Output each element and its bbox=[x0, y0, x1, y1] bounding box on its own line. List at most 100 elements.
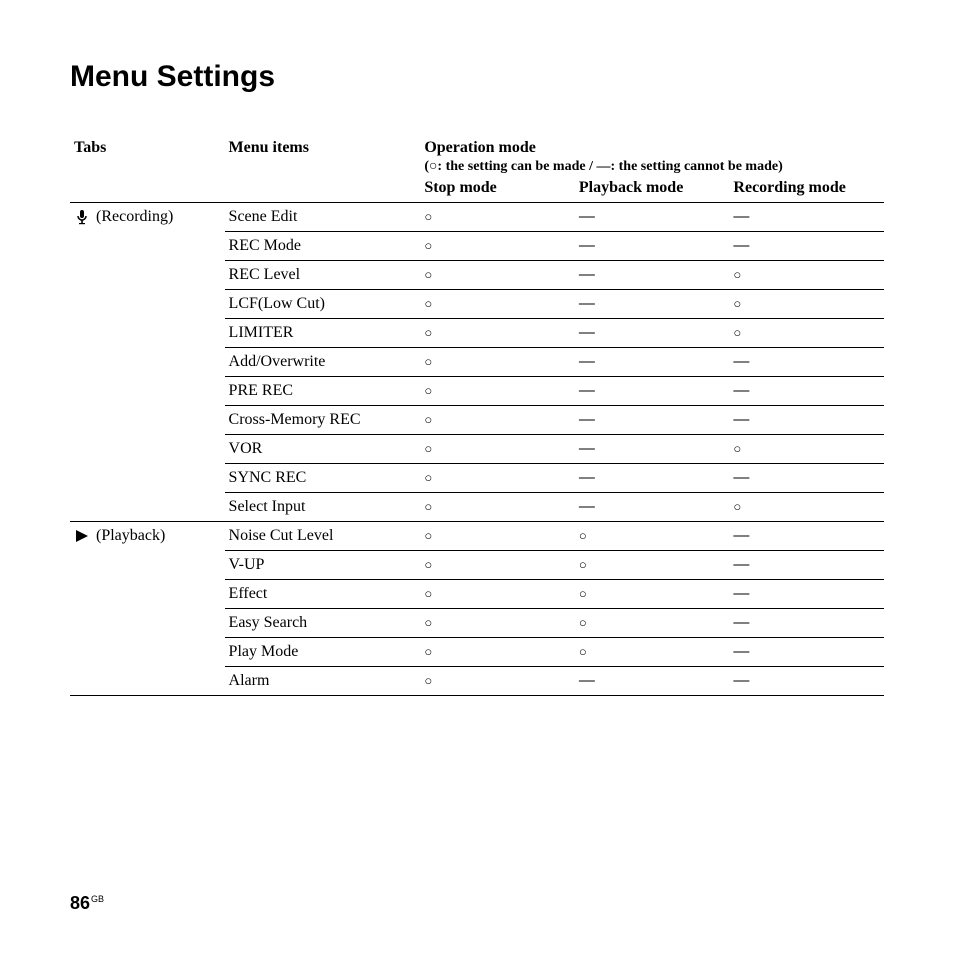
playback-cell bbox=[575, 406, 730, 435]
recording-cell bbox=[729, 290, 884, 319]
stop-cell bbox=[420, 290, 575, 319]
tab-cell: (Playback) bbox=[70, 522, 225, 551]
col-playback: Playback mode bbox=[575, 177, 730, 203]
table-row: PRE REC bbox=[70, 377, 884, 406]
recording-cell bbox=[729, 667, 884, 696]
col-recording: Recording mode bbox=[729, 177, 884, 203]
recording-cell bbox=[729, 551, 884, 580]
tab-cell bbox=[70, 435, 225, 464]
recording-cell bbox=[729, 522, 884, 551]
menu-item: REC Mode bbox=[225, 232, 421, 261]
stop-cell bbox=[420, 464, 575, 493]
table-row: (Playback) Noise Cut Level bbox=[70, 522, 884, 551]
col-items: Menu items bbox=[225, 134, 421, 203]
recording-cell bbox=[729, 609, 884, 638]
stop-cell bbox=[420, 638, 575, 667]
mic-icon bbox=[74, 209, 90, 225]
tab-cell bbox=[70, 464, 225, 493]
recording-cell bbox=[729, 493, 884, 522]
playback-cell bbox=[575, 319, 730, 348]
tab-cell bbox=[70, 580, 225, 609]
menu-item: Play Mode bbox=[225, 638, 421, 667]
tab-cell bbox=[70, 406, 225, 435]
stop-cell bbox=[420, 522, 575, 551]
page-number: 86GB bbox=[70, 893, 104, 914]
tab-cell bbox=[70, 290, 225, 319]
settings-table: Tabs Menu items Operation mode (○: the s… bbox=[70, 134, 884, 696]
page-title: Menu Settings bbox=[70, 60, 884, 94]
playback-cell bbox=[575, 377, 730, 406]
table-row: REC Level bbox=[70, 261, 884, 290]
tab-cell: (Recording) bbox=[70, 203, 225, 232]
table-row: Easy Search bbox=[70, 609, 884, 638]
opmode-label: Operation mode bbox=[424, 139, 536, 156]
table-row: Select Input bbox=[70, 493, 884, 522]
menu-item: Noise Cut Level bbox=[225, 522, 421, 551]
recording-cell bbox=[729, 232, 884, 261]
table-row: REC Mode bbox=[70, 232, 884, 261]
menu-item: Select Input bbox=[225, 493, 421, 522]
playback-cell bbox=[575, 232, 730, 261]
play-icon bbox=[74, 528, 90, 544]
opmode-legend: (○: the setting can be made / —: the set… bbox=[424, 159, 782, 174]
playback-cell bbox=[575, 435, 730, 464]
playback-cell bbox=[575, 290, 730, 319]
tab-cell bbox=[70, 638, 225, 667]
tab-cell bbox=[70, 232, 225, 261]
recording-cell bbox=[729, 638, 884, 667]
playback-cell bbox=[575, 609, 730, 638]
stop-cell bbox=[420, 348, 575, 377]
recording-cell bbox=[729, 348, 884, 377]
playback-cell bbox=[575, 667, 730, 696]
stop-cell bbox=[420, 377, 575, 406]
page-region: GB bbox=[91, 894, 104, 904]
table-row: Cross-Memory REC bbox=[70, 406, 884, 435]
tab-cell bbox=[70, 551, 225, 580]
stop-cell bbox=[420, 493, 575, 522]
playback-cell bbox=[575, 551, 730, 580]
stop-cell bbox=[420, 232, 575, 261]
playback-cell bbox=[575, 580, 730, 609]
table-row: VOR bbox=[70, 435, 884, 464]
playback-cell bbox=[575, 348, 730, 377]
recording-cell bbox=[729, 377, 884, 406]
menu-item: LCF(Low Cut) bbox=[225, 290, 421, 319]
menu-item: V-UP bbox=[225, 551, 421, 580]
recording-cell bbox=[729, 435, 884, 464]
col-tabs: Tabs bbox=[70, 134, 225, 203]
menu-item: VOR bbox=[225, 435, 421, 464]
page-num: 86 bbox=[70, 893, 90, 913]
table-row: LCF(Low Cut) bbox=[70, 290, 884, 319]
recording-cell bbox=[729, 261, 884, 290]
menu-item: Scene Edit bbox=[225, 203, 421, 232]
recording-cell bbox=[729, 203, 884, 232]
recording-cell bbox=[729, 464, 884, 493]
tab-cell bbox=[70, 609, 225, 638]
tab-label: (Playback) bbox=[96, 527, 165, 545]
stop-cell bbox=[420, 609, 575, 638]
table-row: Effect bbox=[70, 580, 884, 609]
tab-cell bbox=[70, 348, 225, 377]
recording-cell bbox=[729, 406, 884, 435]
menu-item: REC Level bbox=[225, 261, 421, 290]
menu-item: SYNC REC bbox=[225, 464, 421, 493]
recording-cell bbox=[729, 319, 884, 348]
playback-cell bbox=[575, 638, 730, 667]
menu-item: LIMITER bbox=[225, 319, 421, 348]
tab-label: (Recording) bbox=[96, 208, 173, 226]
stop-cell bbox=[420, 203, 575, 232]
stop-cell bbox=[420, 580, 575, 609]
playback-cell bbox=[575, 493, 730, 522]
tab-cell bbox=[70, 493, 225, 522]
col-stop: Stop mode bbox=[420, 177, 575, 203]
tab-cell bbox=[70, 667, 225, 696]
table-row: Play Mode bbox=[70, 638, 884, 667]
stop-cell bbox=[420, 667, 575, 696]
menu-item: Add/Overwrite bbox=[225, 348, 421, 377]
playback-cell bbox=[575, 464, 730, 493]
table-row: Alarm bbox=[70, 667, 884, 696]
stop-cell bbox=[420, 551, 575, 580]
tab-cell bbox=[70, 377, 225, 406]
table-row: Add/Overwrite bbox=[70, 348, 884, 377]
playback-cell bbox=[575, 203, 730, 232]
